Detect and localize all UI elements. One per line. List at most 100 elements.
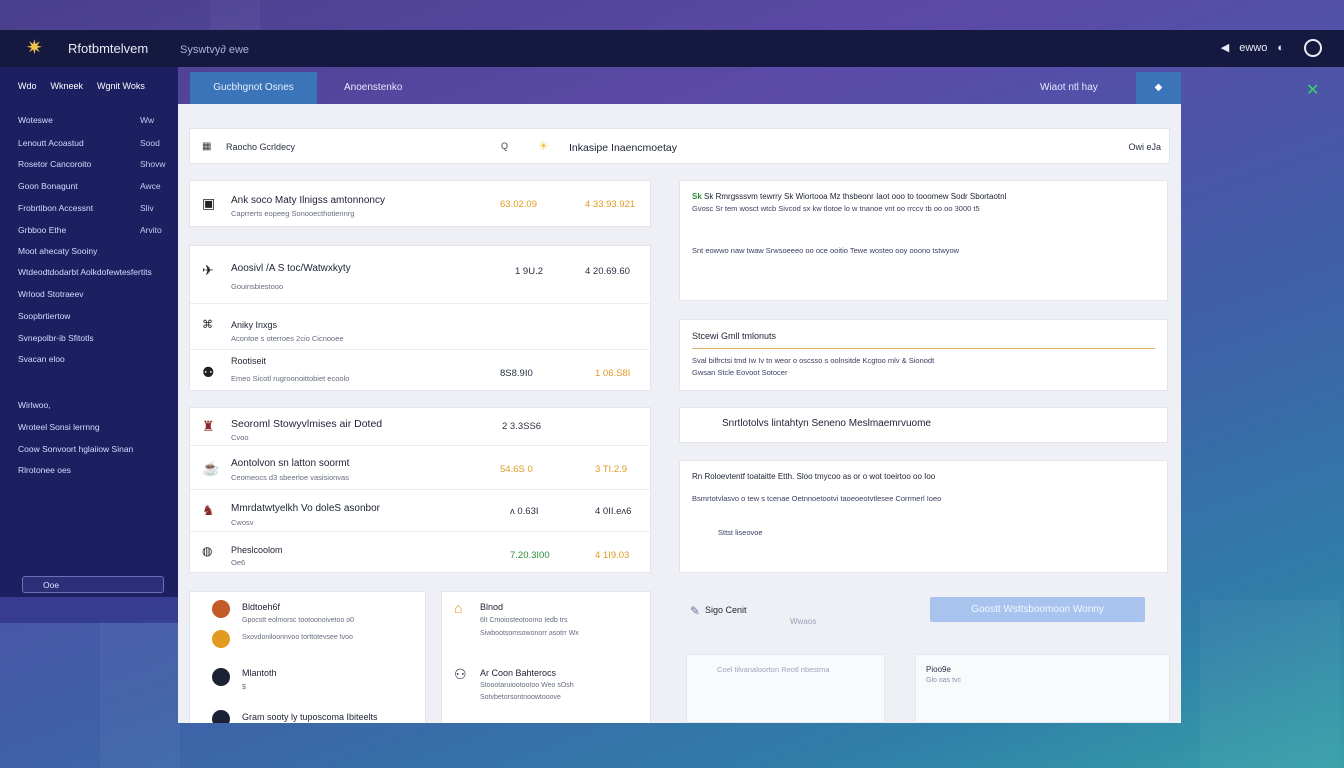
row-value-secondary: 4 0II.eʌ6 xyxy=(595,506,632,517)
table-row[interactable]: ▣ Ank soco Maty Ilnigss amtonnoncy Caprr… xyxy=(190,181,652,228)
sidebar-item-label: Goon Bonagunt xyxy=(18,181,78,191)
sidebar-tab[interactable]: Wkneek xyxy=(51,81,84,91)
notice-card[interactable]: Sk Sk Rmrgsssvm tewrry Sk Wiortooa Mz th… xyxy=(679,180,1168,301)
notice-card[interactable]: Rn Roloevtentf toataitte Etth. Sloo tmyc… xyxy=(679,460,1168,573)
sidebar-item[interactable]: Goon Bonagunt Awce xyxy=(18,181,161,191)
sidebar-item[interactable]: Wroteel Sonsi lerrnng xyxy=(18,422,100,432)
tab-right-label[interactable]: Wiaot ntl hay xyxy=(1040,72,1098,104)
notice-extra: Gwsan Stcle Eovoot Sotocer xyxy=(692,368,788,377)
sidebar-item[interactable]: Lenoutt Acoastud Sood xyxy=(18,138,160,148)
list-item-title[interactable]: Mlantoth xyxy=(242,668,277,678)
close-icon[interactable]: ✕ xyxy=(1306,80,1319,100)
activity-list-card: Blnod 6lt Cmoiosteotoomo Iedb trs Siwboo… xyxy=(441,591,651,723)
sidebar-item[interactable]: Wrlood Stotraeev xyxy=(18,289,84,299)
sidebar-item[interactable]: Frobrtibon Accessnt Sliv xyxy=(18,203,154,213)
sidebar-item[interactable]: Rosetor Cancoroito Shovw xyxy=(18,159,166,169)
primary-cta-button[interactable]: Goostt Wsttsboomoon Wonny xyxy=(930,597,1145,622)
book-icon: ⌘ xyxy=(202,319,213,331)
background-tile xyxy=(1200,600,1340,768)
sun-icon: ☀ xyxy=(538,139,549,153)
top-controls: ◀ ewwo ◐ xyxy=(1221,41,1284,55)
table-row[interactable]: ◍ Pheslcoolom Oe6 7.20.3I00 4 1I9.03 xyxy=(190,532,652,574)
grid-icon: ▦ xyxy=(202,141,212,152)
sidebar-item-value: Shovw xyxy=(140,159,166,169)
pin-icon: ♜ xyxy=(202,418,215,434)
row-subtitle: Ceomeocs d3 sbeerloe vasisionvas xyxy=(231,473,349,482)
cup-icon: ☕ xyxy=(202,460,220,476)
table-row[interactable]: ⌘ Aniky Inxgs Acontoe s oterroes 2cio Ci… xyxy=(190,304,652,350)
sidebar-item[interactable]: Moot ahecaty Sooiny xyxy=(18,246,97,256)
list-item-title[interactable]: Blnod xyxy=(480,602,503,612)
placeholder-title: Pioo9e xyxy=(926,665,951,674)
sidebar-item-label: Lenoutt Acoastud xyxy=(18,138,84,148)
sidebar-item[interactable]: Coow Sonvoort hglaiiow Sinan xyxy=(18,444,133,454)
notice-body: Gvosc Sr tem wosct wtcb Sivcod sx kw tlo… xyxy=(692,204,980,213)
list-item-title[interactable]: Ar Coon Bahterocs xyxy=(480,668,556,678)
user-avatar[interactable] xyxy=(1304,39,1322,57)
sidebar-item-value: Ww xyxy=(140,115,155,125)
row-value-primary: 2 3.3SS6 xyxy=(502,421,542,432)
table-row[interactable]: ☕ Aontolvon sn latton soormt Ceomeocs d3… xyxy=(190,446,652,490)
row-title: Ank soco Maty Ilnigss amtonnoncy xyxy=(231,195,385,206)
list-item-title[interactable]: Gram sooty ly tuposcoma Ibiteelts xyxy=(242,712,378,722)
top-right-label[interactable]: ewwo xyxy=(1239,42,1267,54)
row-value-primary: 8S8.9I0 xyxy=(500,368,533,379)
sidebar-item-value: Arvito xyxy=(140,225,162,235)
row-subtitle: Gouinsbiestooo xyxy=(231,282,284,291)
sidebar-item[interactable]: Wtdeodtdodarbt Aolkdofewtesfertits xyxy=(18,267,152,277)
notice-card[interactable]: Snrtlotolvs lintahtyn Seneno Meslmaemrvu… xyxy=(679,407,1168,443)
speaker-icon[interactable]: ◀ xyxy=(1221,41,1229,54)
table-row[interactable]: ✈ Aoosivl /A S toc/Watwxkyty Gouinsbiest… xyxy=(190,246,652,304)
table-card: ♜ Seoroml Stowyvlmises air Doted Cvoo 2 … xyxy=(189,407,652,574)
search-bar[interactable]: ▦ Raocho Gcrldecy Q ☀ Inkasipe Inaencmoe… xyxy=(189,128,1170,164)
sidebar-item-value: Sood xyxy=(140,138,160,148)
notice-body: Sval bilfrctsi tmd Iw Iv tn weor o oscss… xyxy=(692,356,935,365)
edit-icon: ✎ xyxy=(690,604,701,618)
sidebar-item[interactable]: Woteswe Ww xyxy=(18,115,154,125)
sun-logo-icon: ✷ xyxy=(26,37,43,59)
table-card: ✈ Aoosivl /A S toc/Watwxkyty Gouinsbiest… xyxy=(189,245,652,392)
sidebar-item[interactable]: Grbboo Ethe Arvito xyxy=(18,225,162,235)
sidebar-tab[interactable]: Wgnit Woks xyxy=(97,81,145,91)
notice-body: Bsmrtotvlasvo o tew s tcenae Oetnnoetoot… xyxy=(692,494,942,503)
notice-card[interactable]: Stcewi Gmll tmlonuts Sval bilfrctsi tmd … xyxy=(679,319,1168,391)
row-subtitle: Acontoe s oterroes 2cio Cicnooee xyxy=(231,334,344,343)
sidebar-item[interactable]: Svnepolbr-ib Sfitotls xyxy=(18,333,94,343)
placeholder-card: Coel tilvanaloorton Reotl nbestma xyxy=(686,654,885,723)
sidebar-item[interactable]: Wirlwoo, xyxy=(18,400,51,410)
tab-second[interactable]: Anoenstenko xyxy=(344,72,402,105)
row-title: Rootiseit xyxy=(231,356,267,366)
list-item-subtitle: 6lt Cmoiosteotoomo Iedb trs xyxy=(480,617,568,624)
row-value-primary: 54.6S 0 xyxy=(500,464,533,475)
row-value-secondary: 1 06.S8I xyxy=(595,368,631,379)
list-item-subtitle: Siwbootsomsowonorr asotrr Wx xyxy=(480,630,579,637)
row-subtitle: Cvoo xyxy=(231,433,249,442)
sidebar-item[interactable]: Soopbrtiertow xyxy=(18,311,70,321)
list-item-title[interactable]: Bldtoeh6f xyxy=(242,602,280,612)
sidebar-tab[interactable]: Wdo xyxy=(18,81,37,91)
table-row-card[interactable]: ▣ Ank soco Maty Ilnigss amtonnoncy Caprr… xyxy=(189,180,651,227)
sidebar-item[interactable]: Rlrotonee oes xyxy=(18,465,71,475)
row-title: Pheslcoolom xyxy=(231,545,283,555)
sidebar-item[interactable]: Svacan eloo xyxy=(18,354,65,364)
row-value-primary: 63.02.09 xyxy=(500,199,537,210)
row-subtitle: Cwosv xyxy=(231,518,254,527)
table-row[interactable]: ⚉ Rootiseit Emeo Sicotl rugroonoittobiet… xyxy=(190,350,652,392)
row-subtitle: Emeo Sicotl rugroonoittobiet ecoolo xyxy=(231,374,350,383)
toggle-icon[interactable]: ◐ xyxy=(1277,42,1284,54)
tab-right-button[interactable]: ◆ xyxy=(1136,72,1181,105)
table-row[interactable]: ♞ Mmrdatwtyelkh Vo doleS asonbor Cwosv ʌ… xyxy=(190,490,652,532)
sidebar-item-label: Frobrtibon Accessnt xyxy=(18,203,94,213)
row-value-primary: 7.20.3I00 xyxy=(510,550,550,561)
table-row[interactable]: ♜ Seoroml Stowyvlmises air Doted Cvoo 2 … xyxy=(190,408,652,446)
search-icon[interactable]: Q xyxy=(501,141,508,151)
notice-heading: Stcewi Gmll tmlonuts xyxy=(692,330,1155,349)
sidebar-button[interactable]: Ooe xyxy=(22,576,164,593)
tab-active[interactable]: Gucbhgnot Osnes xyxy=(190,72,317,105)
search-right-label[interactable]: Owi eJa xyxy=(1128,142,1161,152)
placeholder-text: Coel tilvanaloorton Reotl nbestma xyxy=(717,665,830,674)
notice-tag: Sk xyxy=(692,192,702,201)
row-value-secondary: 4 1I9.03 xyxy=(595,550,630,561)
sidebar-item-label: Svacan eloo xyxy=(18,354,65,364)
sidebar-item-value: Awce xyxy=(140,181,161,191)
